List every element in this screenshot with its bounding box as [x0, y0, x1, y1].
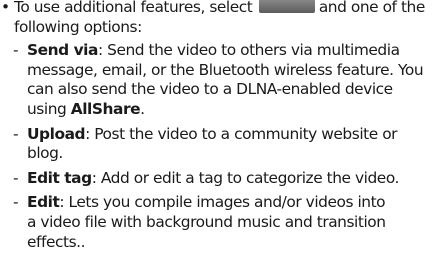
option-term: Send via — [27, 41, 98, 60]
option-line: Edit: Lets you compile images and/or vid… — [27, 193, 447, 213]
intro-text-after-key: and one of the — [318, 0, 426, 16]
option-description: : Send the video to others via multimedi… — [97, 41, 400, 60]
option-line: Edit tag: Add or edit a tag to categoriz… — [27, 169, 447, 189]
option-line: Send via: Send the video to others via m… — [27, 41, 447, 61]
intro-line-2: following options: — [14, 17, 142, 36]
menu-key-dots: ··· — [279, 0, 295, 8]
option-upload: - Upload: Post the video to a community … — [0, 125, 447, 164]
allshare-term: AllShare — [70, 99, 141, 118]
option-line: using AllShare. — [27, 100, 447, 120]
option-edit: - Edit: Lets you compile images and/or v… — [0, 193, 447, 252]
option-dash: - — [13, 124, 19, 143]
intro-bullet: • To use additional features, select ···… — [0, 0, 447, 37]
option-line: blog. — [27, 144, 63, 163]
option-dash: - — [13, 193, 19, 212]
option-text: using — [27, 99, 71, 118]
options-list: - Send via: Send the video to others via… — [0, 41, 447, 252]
option-send-via: - Send via: Send the video to others via… — [0, 41, 447, 119]
intro-text-before-key: To use additional features, select — [14, 0, 253, 16]
option-term: Upload — [27, 124, 86, 143]
option-term: Edit — [27, 193, 60, 212]
option-dash: - — [13, 41, 19, 60]
bullet-mark: • — [1, 0, 10, 16]
option-line: a video file with background music and t… — [27, 212, 386, 231]
option-term: Edit tag — [27, 168, 92, 187]
option-description: : Post the video to a community website … — [85, 124, 398, 143]
option-line: effects.. — [27, 232, 86, 251]
option-line: can also send the video to a DLNA-enable… — [27, 80, 393, 99]
option-description: : Lets you compile images and/or videos … — [59, 193, 386, 212]
option-text: . — [140, 99, 145, 118]
option-line: Upload: Post the video to a community we… — [27, 125, 447, 145]
option-description: : Add or edit a tag to categorize the vi… — [91, 168, 400, 187]
manual-page: • To use additional features, select ···… — [0, 0, 447, 278]
intro-line-1: To use additional features, select ··· an… — [14, 0, 447, 18]
option-edit-tag: - Edit tag: Add or edit a tag to categor… — [0, 169, 447, 189]
more-options-key-icon: ··· — [258, 0, 315, 13]
option-dash: - — [13, 168, 19, 187]
option-line: message, email, or the Bluetooth wireles… — [27, 60, 424, 79]
